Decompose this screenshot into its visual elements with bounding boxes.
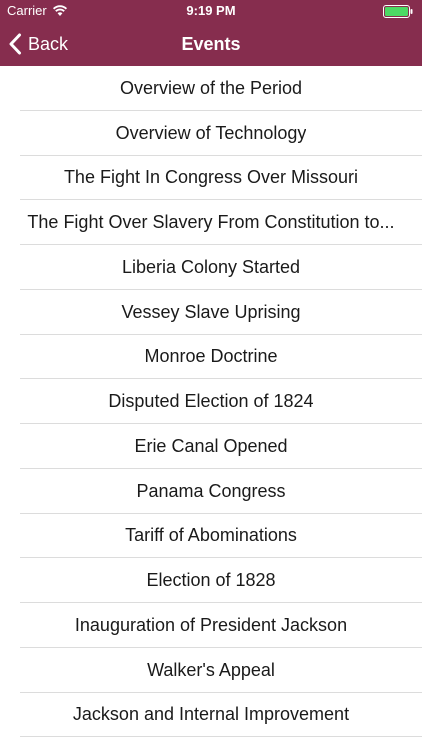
list-item[interactable]: Overview of Technology [0,111,422,156]
list-item[interactable]: Panama Congress [0,469,422,514]
list-item[interactable]: Jackson and Internal Improvement [0,693,422,738]
header: Carrier 9:19 PM Back Events [0,0,422,66]
list-item-label: Walker's Appeal [147,659,275,680]
list-item-label: The Fight In Congress Over Missouri [63,167,359,188]
list-item[interactable]: Liberia Colony Started [0,245,422,290]
list-item-label: Overview of Technology [115,122,307,143]
list-item[interactable]: Vessey Slave Uprising [0,290,422,335]
list-item-label: Disputed Election of 1824 [108,391,314,412]
list-item[interactable]: Overview of the Period [0,66,422,111]
clock: 9:19 PM [186,3,236,18]
list-item-label: Erie Canal Opened [134,435,288,456]
list-item-label: Overview of the Period [119,77,303,98]
list-item-label: Tariff of Abominations [125,525,297,546]
battery-icon [383,5,413,18]
list-item[interactable]: Erie Canal Opened [0,424,422,469]
list-item-label: Jackson and Internal Improvement [72,704,350,725]
list-item[interactable]: Monroe Doctrine [0,335,422,380]
events-list: Overview of the Period Overview of Techn… [0,66,422,738]
list-item-label: Election of 1828 [146,570,276,591]
status-bar: Carrier 9:19 PM [0,0,422,22]
back-label: Back [28,33,69,54]
battery-fill [385,7,408,16]
list-item[interactable]: Inauguration of President Jackson [0,603,422,648]
list-item-label: Inauguration of President Jackson [74,614,348,635]
list-item[interactable]: Election of 1828 [0,558,422,603]
list-item[interactable]: The Fight Over Slavery From Constitution… [0,200,422,245]
navigation-bar: Back Events [0,22,422,66]
list-item[interactable]: Disputed Election of 1824 [0,379,422,424]
list-item[interactable]: The Fight In Congress Over Missouri [0,156,422,201]
list-item-label: Monroe Doctrine [144,346,278,367]
list-item-label: Liberia Colony Started [121,256,301,277]
list-item[interactable]: Walker's Appeal [0,648,422,693]
list-item-label: The Fight Over Slavery From Constitution… [27,212,395,233]
events-screen: Carrier 9:19 PM Back Events Overview of … [0,0,422,750]
chevron-left-icon [9,33,21,55]
list-item-label: Vessey Slave Uprising [121,301,301,322]
back-button[interactable]: Back [8,22,68,66]
list-item[interactable]: Tariff of Abominations [0,514,422,559]
list-item-label: Panama Congress [136,480,286,501]
